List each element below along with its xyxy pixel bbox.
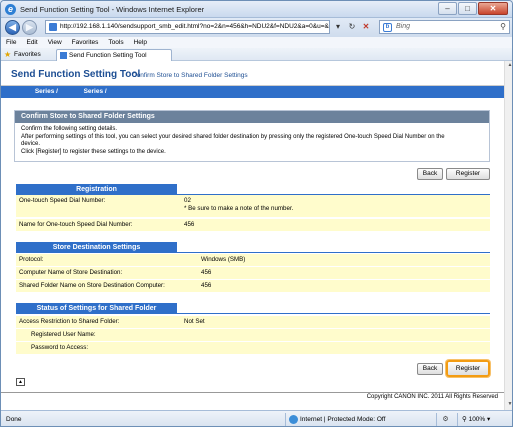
series-redaction-2 — [59, 88, 82, 95]
menu-bar: File Edit View Favorites Tools Help — [1, 37, 512, 48]
back-nav-button[interactable]: ◀ — [5, 20, 20, 35]
confirm-line-4: Click [Register] to register these setti… — [21, 148, 166, 155]
scroll-down-icon[interactable]: ▼ — [506, 401, 512, 409]
refresh-icon[interactable]: ↻ — [346, 20, 358, 34]
protocol-row: Protocol: Windows (SMB) — [16, 254, 490, 266]
window-controls: – □ ✕ — [438, 2, 508, 15]
access-restriction-row: Access Restriction to Shared Folder: Not… — [16, 316, 490, 328]
dropdown-arrow-icon[interactable]: ▾ — [332, 20, 344, 34]
favorites-button[interactable]: ★ Favorites — [4, 49, 41, 60]
zoom-control[interactable]: ⚲ 100% ▾ — [457, 413, 512, 426]
confirm-line-2: After performing settings of this tool, … — [21, 133, 445, 140]
speed-dial-note: * Be sure to make a note of the number. — [184, 205, 294, 212]
app-subtitle: Confirm Store to Shared Folder Settings — [132, 72, 248, 79]
browser-window: e Send Function Setting Tool - Windows I… — [0, 0, 513, 427]
search-placeholder: Bing — [396, 23, 411, 30]
favorites-bar: ★ Favorites Send Function Setting Tool — [1, 48, 512, 61]
ie-logo-icon: e — [5, 4, 16, 15]
status-done: Done — [6, 416, 22, 423]
confirm-line-1: Confirm the following setting details. — [21, 126, 118, 132]
speed-dial-label: One-touch Speed Dial Number: — [19, 197, 106, 204]
page-content: Send Function Setting Tool Confirm Store… — [1, 61, 504, 410]
menu-view[interactable]: View — [48, 37, 62, 48]
store-destination-divider — [16, 252, 490, 253]
zoom-icon: ⚲ — [462, 416, 467, 423]
menu-help[interactable]: Help — [134, 37, 147, 48]
user-name-row: Registered User Name: — [16, 329, 490, 341]
stop-icon[interactable]: ✕ — [360, 20, 372, 34]
copyright-text: Copyright CANON INC. 2011 All Rights Res… — [366, 394, 498, 400]
confirm-text: Confirm the following setting details. A… — [21, 126, 485, 156]
tab-favicon-icon — [60, 52, 67, 59]
security-zone[interactable]: Internet | Protected Mode: Off — [285, 413, 431, 426]
series-breadcrumb: Series / Series / — [1, 86, 504, 98]
password-label: Password to Access: — [31, 344, 89, 351]
maximize-button[interactable]: □ — [458, 2, 477, 15]
user-name-label: Registered User Name: — [31, 331, 96, 338]
protocol-label: Protocol: — [19, 256, 44, 263]
access-restriction-value: Not Set — [184, 318, 205, 325]
register-button-bottom[interactable]: Register — [446, 360, 490, 377]
series-redaction — [11, 88, 33, 95]
speed-dial-value: 02 — [184, 197, 191, 204]
register-button-top[interactable]: Register — [446, 168, 490, 180]
address-toolbar: ◀ ▶ http://192.168.1.140/sendsupport_smb… — [1, 18, 512, 37]
app-title: Send Function Setting Tool — [11, 69, 141, 80]
speed-dial-name-label: Name for One-touch Speed Dial Number: — [19, 221, 133, 228]
app-header: Send Function Setting Tool Confirm Store… — [1, 61, 504, 86]
shared-status-divider — [16, 313, 490, 314]
speed-dial-name-row: Name for One-touch Speed Dial Number: 45… — [16, 219, 490, 231]
access-restriction-label: Access Restriction to Shared Folder: — [19, 318, 120, 325]
protocol-value: Windows (SMB) — [201, 256, 246, 263]
menu-favorites[interactable]: Favorites — [72, 37, 99, 48]
address-tools: ▾ ↻ ✕ — [332, 20, 372, 34]
globe-icon — [289, 415, 298, 424]
address-text: http://192.168.1.140/sendsupport_smb_edi… — [60, 23, 329, 30]
confirm-title: Confirm Store to Shared Folder Settings — [15, 111, 489, 123]
title-bar: e Send Function Setting Tool - Windows I… — [1, 1, 512, 18]
star-icon: ★ — [4, 50, 12, 59]
speed-dial-name-value: 456 — [184, 221, 195, 228]
computer-name-value: 456 — [201, 269, 212, 276]
menu-file[interactable]: File — [6, 37, 16, 48]
search-icon[interactable]: ⚲ — [500, 21, 506, 33]
series-label-1: Series / — [34, 88, 58, 95]
confirm-line-3: device. — [21, 141, 41, 147]
tab-label: Send Function Setting Tool — [69, 52, 147, 59]
window-title: Send Function Setting Tool - Windows Int… — [20, 5, 205, 14]
minimize-button[interactable]: – — [438, 2, 457, 15]
series-label-2: Series / — [83, 88, 107, 95]
vertical-scrollbar[interactable]: ▲ ▼ — [504, 61, 512, 410]
search-input[interactable]: b Bing ⚲ — [379, 20, 510, 34]
speed-dial-row: One-touch Speed Dial Number: 02 * Be sur… — [16, 195, 490, 217]
shared-folder-row: Shared Folder Name on Store Destination … — [16, 280, 490, 292]
address-field[interactable]: http://192.168.1.140/sendsupport_smb_edi… — [45, 20, 330, 34]
back-button-bottom[interactable]: Back — [417, 363, 443, 375]
favorites-label: Favorites — [14, 51, 41, 58]
confirm-box: Confirm Store to Shared Folder Settings … — [14, 110, 490, 162]
zoom-value: 100% — [468, 416, 486, 423]
shared-folder-value: 456 — [201, 282, 212, 289]
computer-name-label: Computer Name of Store Destination: — [19, 269, 123, 276]
forward-nav-button[interactable]: ▶ — [22, 20, 37, 35]
status-bar: Done Internet | Protected Mode: Off ⚙ ⚲ … — [1, 410, 512, 426]
menu-tools[interactable]: Tools — [108, 37, 123, 48]
footer-divider — [1, 392, 504, 393]
close-button[interactable]: ✕ — [478, 2, 508, 15]
tab-send-function[interactable]: Send Function Setting Tool — [56, 49, 172, 61]
password-row: Password to Access: — [16, 342, 490, 354]
shared-folder-label: Shared Folder Name on Store Destination … — [19, 282, 165, 289]
page-top-icon[interactable]: ▲ — [16, 378, 25, 386]
back-button-top[interactable]: Back — [417, 168, 443, 180]
page-favicon-icon — [49, 23, 57, 31]
zoom-dropdown-icon: ▾ — [487, 416, 491, 423]
bing-icon: b — [383, 23, 392, 32]
scroll-up-icon[interactable]: ▲ — [506, 62, 512, 70]
menu-edit[interactable]: Edit — [26, 37, 37, 48]
protected-mode-icon[interactable]: ⚙ — [436, 413, 454, 426]
zone-text: Internet | Protected Mode: Off — [300, 416, 386, 423]
computer-name-row: Computer Name of Store Destination: 456 — [16, 267, 490, 279]
